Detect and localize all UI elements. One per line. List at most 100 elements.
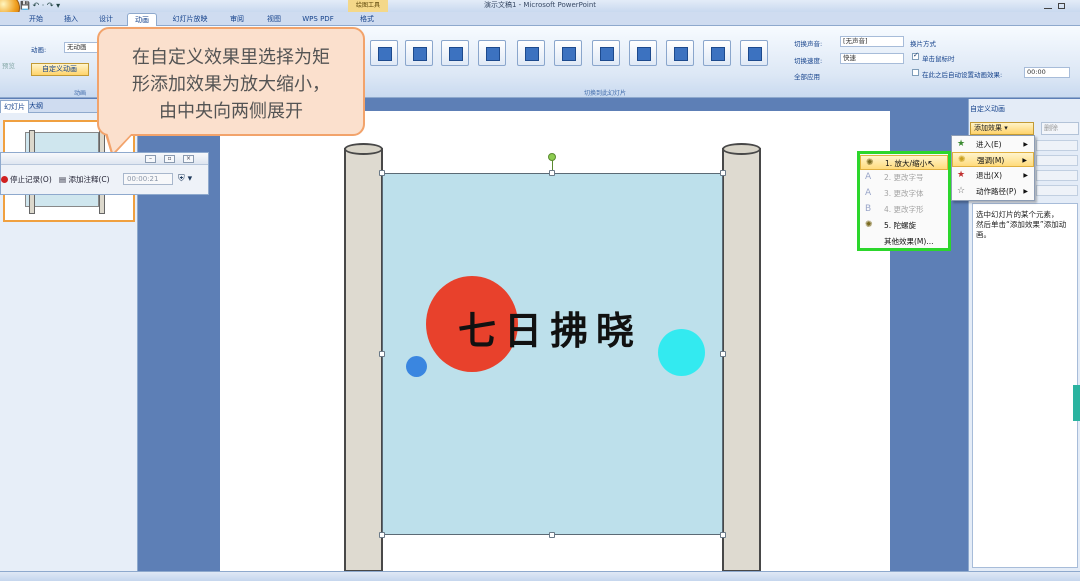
transition-thumb-6[interactable] [554,40,582,66]
transition-thumb-7[interactable] [592,40,620,66]
screen-recorder-toolbar: – ▫ × 停止记录(O) ▤ 添加注释(C) 00:00:21 ⛨ ▾ [0,152,209,195]
rotation-handle[interactable] [548,153,556,161]
tutorial-callout: 在自定义效果里选择为矩 形添加效果为放大缩小， 由中央向两侧展开 [97,27,365,136]
tab-slides[interactable]: 幻灯片 [0,100,29,113]
path-star-icon: ☆ [957,186,966,196]
ribbon-tabs: 开始 插入 设计 动画 幻灯片放映 审阅 视图 WPS PDF 格式 [0,12,1080,26]
cyan-circle-shape[interactable] [658,329,705,376]
menu-item-entrance[interactable]: ★ 进入(E) ▶ [952,137,1034,152]
custom-animation-button[interactable]: 自定义动画 [31,63,89,76]
transition-thumb-8[interactable] [629,40,657,66]
transition-thumb-2[interactable] [405,40,433,66]
status-bar [0,571,1080,581]
resize-handle-bl[interactable] [379,532,385,538]
tab-wps-pdf[interactable]: WPS PDF [296,13,340,26]
preview-label[interactable]: 预览 [2,60,15,70]
menu-item-spin[interactable]: ✺ 5. 陀螺旋 [860,218,948,233]
tab-outline[interactable]: 大纲 [26,100,46,112]
transition-thumb-9[interactable] [666,40,694,66]
shield-icon[interactable]: ⛨ ▾ [178,174,192,184]
auto-time-input[interactable]: 00:00 [1024,67,1070,78]
scroll-right-cap [722,143,761,155]
pane-hint: 选中幻灯片的某个元素， 然后单击“添加效果”添加动画。 [976,210,1078,240]
spin-icon: ✺ [865,220,873,230]
speed-select[interactable]: 快速 [840,53,904,64]
resize-handle-tc[interactable] [549,170,555,176]
apply-all-button[interactable]: 全部应用 [794,71,820,81]
resize-handle-br[interactable] [720,532,726,538]
callout-line-2: 形添加效果为放大缩小， [132,74,330,95]
callout-line-1: 在自定义效果里选择为矩 [132,47,330,68]
recorder-close-icon[interactable]: × [183,155,194,163]
scroll-right-pillar[interactable] [722,148,761,572]
group-label-animation: 动画 [73,90,86,97]
pane-field-3[interactable] [1036,170,1078,181]
menu-item-emphasis[interactable]: ✺ 强调(M) ▶ [952,152,1034,167]
emphasis-submenu: ✺ 1. 放大/缩小 ↖ A 2. 更改字号 A 3. 更改字体 B 4. 更改… [857,151,951,251]
maximize-icon[interactable] [1058,3,1065,9]
advance-title: 换片方式 [910,40,936,48]
pane-field-2[interactable] [1036,155,1078,166]
on-click-checkbox[interactable] [912,51,919,60]
resize-handle-mr[interactable] [720,351,726,357]
tab-animation[interactable]: 动画 [127,13,157,26]
menu-item-motion-path[interactable]: ☆ 动作路径(P) ▶ [952,184,1034,199]
callout-line-3: 由中央向两侧展开 [159,101,303,122]
scroll-left-pillar[interactable] [344,148,383,572]
menu-item-exit[interactable]: ★ 退出(X) ▶ [952,168,1034,183]
menu-item-change-font: A 3. 更改字体 [865,188,924,198]
transition-thumb-3[interactable] [441,40,469,66]
tab-insert[interactable]: 插入 [57,13,85,26]
window-controls[interactable] [1040,0,1080,12]
resize-handle-tl[interactable] [379,170,385,176]
animation-list[interactable] [972,203,1078,568]
record-dot-icon [1,176,8,183]
transition-thumb-10[interactable] [703,40,731,66]
transition-thumb-1[interactable] [370,40,398,66]
tab-review[interactable]: 审阅 [222,13,252,26]
transition-thumb-5[interactable] [517,40,545,66]
menu-item-more-effects[interactable]: 其他效果(M)... [860,234,948,249]
auto-after-checkbox[interactable] [912,69,919,76]
animation-select[interactable]: 无动画 [64,42,98,53]
transition-thumb-11[interactable] [740,40,768,66]
pane-field-1[interactable] [1036,140,1078,151]
vertical-scrollbar-thumb[interactable] [1073,385,1080,421]
tab-design[interactable]: 设计 [92,13,120,26]
transition-thumb-4[interactable] [478,40,506,66]
tab-view[interactable]: 视图 [259,13,289,26]
menu-item-change-font-size: A 2. 更改字号 [865,172,924,182]
sound-select[interactable]: [无声音] [840,36,904,47]
menu-item-change-font-style: B 4. 更改字形 [865,204,924,214]
grow-shrink-icon: ✺ [866,158,874,168]
window-title: 演示文稿1 - Microsoft PowerPoint [483,1,597,9]
tab-home[interactable]: 开始 [22,13,50,26]
group-label-transition: 切换到此幻灯片 [583,90,626,97]
pane-field-4[interactable] [1036,185,1078,196]
resize-handle-ml[interactable] [379,351,385,357]
recording-timer: 00:00:21 [123,173,173,185]
tab-format[interactable]: 格式 [350,13,384,26]
add-annotation-button[interactable]: ▤ 添加注释(C) [59,174,110,185]
minimize-icon[interactable] [1044,8,1052,9]
resize-handle-bc[interactable] [549,532,555,538]
recorder-restore-icon[interactable]: ▫ [164,155,175,163]
auto-after-label: 在此之后自动设置动画效果: [922,71,1003,79]
recorder-minimize-icon[interactable]: – [145,155,156,163]
menu-item-grow-shrink[interactable]: ✺ 1. 放大/缩小 ↖ [860,155,948,170]
emphasis-star-icon: ✺ [958,155,966,165]
exit-star-icon: ★ [957,170,966,180]
title-bar: 💾 ↶ · ↷ ▾ 绘图工具 演示文稿1 - Microsoft PowerPo… [0,0,1080,12]
add-effect-menu: ★ 进入(E) ▶ ✺ 强调(M) ▶ ★ 退出(X) ▶ ☆ 动作路径(P) ▶ [951,135,1035,201]
resize-handle-tr[interactable] [720,170,726,176]
stop-recording-button[interactable]: 停止记录(O) [1,174,52,185]
blue-dot-shape[interactable] [406,356,427,377]
tab-slideshow[interactable]: 幻灯片放映 [166,13,214,26]
recorder-header: – ▫ × [1,153,208,165]
pane-title: 自定义动画 [970,105,1005,113]
on-click-label: 单击鼠标时 [922,55,955,63]
scroll-left-cap [344,143,383,155]
remove-effect-button[interactable]: 删除 [1041,122,1079,135]
slide-title-text[interactable]: 七日拂晓 [458,300,642,355]
add-effect-button[interactable]: 添加效果 ▾ [970,122,1034,135]
